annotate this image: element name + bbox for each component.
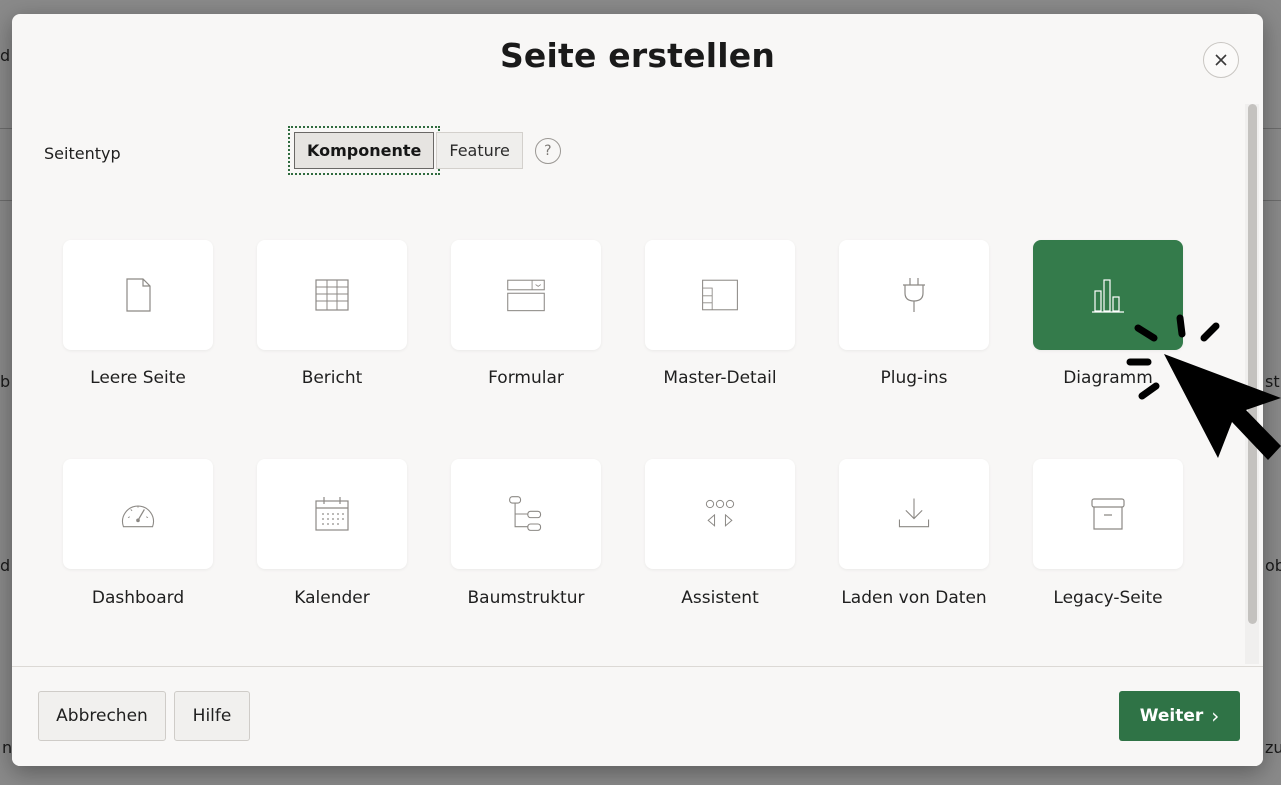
- tree-icon: [509, 496, 542, 531]
- gauge-icon: [122, 505, 154, 528]
- tile-label: Laden von Daten: [841, 588, 987, 608]
- chevron-right-icon: ›: [1211, 704, 1220, 728]
- tile-laden-von-daten[interactable]: [839, 459, 989, 569]
- tile-label: Bericht: [301, 368, 363, 388]
- cancel-button[interactable]: Abbrechen: [38, 691, 166, 741]
- segment-focus-ring: Komponente: [288, 126, 441, 175]
- calendar-icon: [315, 497, 349, 531]
- master-detail-icon: [702, 279, 738, 311]
- tile-plug-ins[interactable]: [839, 240, 989, 350]
- page-type-selector: Komponente Feature ?: [288, 126, 561, 175]
- background-text: d: [0, 46, 11, 65]
- scrollbar-thumb[interactable]: [1248, 104, 1257, 624]
- tile-label: Dashboard: [91, 588, 185, 608]
- page-type-label: Seitentyp: [44, 144, 121, 163]
- next-button[interactable]: Weiter ›: [1119, 691, 1240, 741]
- tile-assistent[interactable]: [645, 459, 795, 569]
- tile-baumstruktur[interactable]: [451, 459, 601, 569]
- tile-label: Diagramm: [1063, 368, 1153, 388]
- tile-leere-seite[interactable]: [63, 240, 213, 350]
- tile-kalender[interactable]: [257, 459, 407, 569]
- tile-dashboard[interactable]: [63, 459, 213, 569]
- help-button[interactable]: Hilfe: [174, 691, 250, 741]
- report-grid-icon: [315, 279, 349, 311]
- tile-label: Formular: [488, 368, 564, 388]
- create-page-dialog: Seite erstellen Seitentyp Komponente Fea…: [12, 14, 1263, 766]
- tile-label: Kalender: [294, 588, 370, 608]
- tile-label: Leere Seite: [90, 368, 186, 388]
- tile-label: Assistent: [681, 588, 759, 608]
- close-button[interactable]: [1203, 42, 1239, 78]
- download-icon: [898, 498, 930, 528]
- background-text: d: [0, 556, 11, 575]
- blank-page-icon: [126, 278, 151, 312]
- help-icon[interactable]: ?: [534, 137, 561, 164]
- tile-label: Baumstruktur: [467, 588, 585, 608]
- archive-icon: [1091, 498, 1125, 530]
- tile-bericht[interactable]: [257, 240, 407, 350]
- segment-feature[interactable]: Feature: [436, 132, 523, 169]
- tile-diagramm[interactable]: [1033, 240, 1183, 350]
- background-text: ob: [1265, 556, 1281, 575]
- form-icon: [507, 279, 545, 312]
- next-button-label: Weiter: [1139, 706, 1204, 726]
- background-text: n: [2, 738, 13, 757]
- tile-formular[interactable]: [451, 240, 601, 350]
- tile-legacy-seite[interactable]: [1033, 459, 1183, 569]
- wizard-icon: [705, 499, 735, 527]
- segment-komponente[interactable]: Komponente: [294, 132, 435, 169]
- dialog-title: Seite erstellen: [499, 36, 776, 75]
- tile-label: Legacy-Seite: [1053, 588, 1163, 608]
- scrollbar[interactable]: [1245, 104, 1259, 664]
- background-text: st: [1265, 372, 1280, 391]
- dialog-footer: Abbrechen Hilfe Weiter ›: [12, 666, 1263, 766]
- tile-master-detail[interactable]: [645, 240, 795, 350]
- background-text: zu: [1265, 738, 1281, 757]
- tile-label: Master-Detail: [663, 368, 777, 388]
- background-text: b: [0, 372, 11, 391]
- tile-label: Plug-ins: [880, 368, 948, 388]
- close-icon: [1215, 54, 1227, 66]
- plug-icon: [903, 278, 925, 312]
- bar-chart-icon: [1092, 279, 1124, 313]
